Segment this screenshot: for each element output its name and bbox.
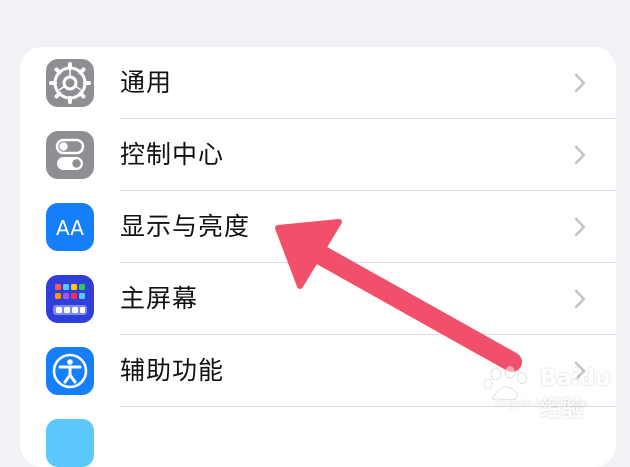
text-size-icon: AA <box>46 203 94 251</box>
accessibility-icon <box>46 347 94 395</box>
settings-row-control-center[interactable]: 控制中心 <box>20 119 616 191</box>
settings-row-home-screen[interactable]: 主屏幕 <box>20 263 616 335</box>
settings-row-next-partial[interactable] <box>20 407 616 467</box>
chevron-right-icon <box>574 361 586 381</box>
settings-row-accessibility[interactable]: 辅助功能 <box>20 335 616 407</box>
settings-row-label: 通用 <box>120 68 173 97</box>
settings-row-label: 显示与亮度 <box>120 212 251 241</box>
chevron-right-icon <box>574 289 586 309</box>
settings-row-general[interactable]: 通用 <box>20 47 616 119</box>
chevron-right-icon <box>574 73 586 93</box>
home-screen-grid-icon <box>46 275 94 323</box>
settings-row-label: 控制中心 <box>120 140 225 169</box>
chevron-right-icon <box>574 217 586 237</box>
chevron-right-icon <box>574 145 586 165</box>
toggles-icon <box>46 131 94 179</box>
settings-row-label: 主屏幕 <box>120 284 199 313</box>
settings-row-label: 辅助功能 <box>120 356 225 385</box>
text-size-glyph: AA <box>56 216 84 240</box>
gear-icon <box>46 59 94 107</box>
settings-row-display-brightness[interactable]: AA 显示与亮度 <box>20 191 616 263</box>
settings-group-card: 通用 控制中心 AA 显示与亮度 主屏幕 辅助功能 <box>20 47 616 467</box>
partial-app-icon <box>46 419 94 467</box>
